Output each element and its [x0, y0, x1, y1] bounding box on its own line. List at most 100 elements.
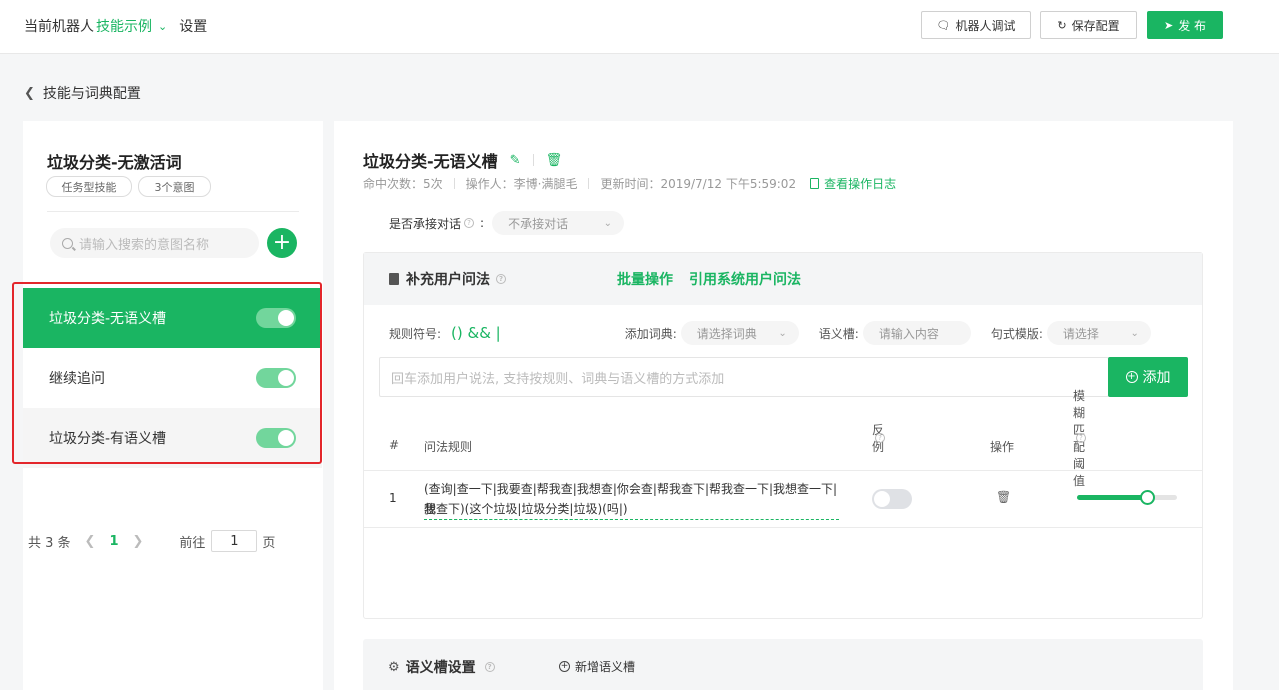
template-label: 句式模版: — [990, 326, 1043, 341]
slot-settings-header: ⚙ 语义槽设置 ? — [388, 657, 495, 677]
slot-input[interactable]: 请输入内容 — [862, 321, 971, 345]
accept-dialog-row: 是否承接对话 ? : 不承接对话 ⌄ — [389, 211, 625, 235]
slider-handle[interactable] — [1140, 490, 1155, 505]
new-slot-label: 新增语义槽 — [575, 660, 636, 674]
breadcrumb: 当前机器人 技能示例 ⌄ 设置 — [24, 16, 207, 36]
publish-button[interactable]: ➤ 发 布 — [1147, 11, 1223, 39]
intent-search-input[interactable]: 请输入搜索的意图名称 — [50, 228, 259, 258]
batch-operation-link[interactable]: 批量操作 — [617, 269, 673, 289]
system-utterance-link[interactable]: 引用系统用户问法 — [689, 269, 801, 289]
accept-dialog-select[interactable]: 不承接对话 ⌄ — [492, 211, 625, 235]
view-log-link[interactable]: 查看操作日志 — [810, 175, 896, 192]
divider — [588, 178, 590, 189]
utterance-card-header: 补充用户问法 ? 批量操作 引用系统用户问法 — [364, 253, 1202, 305]
intent-title: 垃圾分类-无语义槽 — [363, 152, 498, 171]
book-icon — [389, 273, 399, 285]
rule-toolbar: 规则符号: () && | 添加词典: 请选择词典 ⌄ 语义槽: 请输入内容 句… — [389, 321, 1179, 345]
robot-selector[interactable]: 技能示例 ⌄ — [96, 16, 179, 36]
back-link-label: 技能与词典配置 — [42, 86, 141, 102]
page-suffix: 页 — [262, 535, 276, 551]
trash-icon[interactable]: 🗑 — [996, 490, 1011, 504]
utterance-input[interactable]: 回车添加用户说法, 支持按规则、词典与语义槽的方式添加 — [379, 357, 1109, 397]
save-config-label: 保存配置 — [1071, 18, 1120, 33]
robot-selector-value[interactable]: 技能示例 — [96, 16, 152, 36]
goto-page-input[interactable]: 1 — [211, 530, 258, 552]
skill-title: 垃圾分类-无激活词 — [47, 153, 182, 172]
threshold-fill — [1077, 495, 1147, 500]
settings-link[interactable]: 设置 — [179, 16, 207, 36]
intent-count-tag: 3个意图 — [138, 176, 211, 197]
table-row: 1 (查询|查一下|我要查|帮我查|我想查|你会查|帮我查下|帮我查一下|我想查… — [364, 471, 1202, 528]
top-bar: 当前机器人 技能示例 ⌄ 设置 🗨 机器人调试 ↻ 保存配置 ➤ 发 布 — [0, 0, 1279, 54]
utterance-header: 补充用户问法 — [406, 272, 490, 288]
divider — [453, 178, 455, 189]
chevron-down-icon: ⌄ — [1130, 327, 1139, 339]
next-page-icon[interactable]: ❯ — [133, 534, 144, 549]
highlight-box — [12, 282, 322, 464]
updated-time: 更新时间：2019/7/12 下午5:59:02 — [600, 177, 797, 191]
divider — [47, 211, 299, 212]
gear-icon: ⚙ — [388, 659, 400, 675]
intent-detail-panel: 垃圾分类-无语义槽 ✎ 🗑 命中次数：5次 操作人：李博·满腿毛 更新时间：20… — [334, 121, 1233, 690]
search-icon — [62, 237, 73, 249]
chevron-left-icon: ❮ — [24, 85, 35, 101]
trash-icon[interactable]: 🗑 — [546, 153, 563, 168]
robot-debug-label: 机器人调试 — [955, 18, 1016, 33]
new-slot-button[interactable]: + 新增语义槽 — [559, 658, 635, 675]
prev-page-icon[interactable]: ❮ — [85, 534, 96, 549]
accept-dialog-label: 是否承接对话 — [389, 216, 462, 231]
save-config-button[interactable]: ↻ 保存配置 — [1040, 11, 1137, 39]
intent-title-row: 垃圾分类-无语义槽 ✎ 🗑 — [363, 148, 562, 172]
rule-symbols[interactable]: () && | — [451, 324, 501, 342]
template-select[interactable]: 请选择 ⌄ — [1046, 321, 1151, 345]
current-page[interactable]: 1 — [109, 534, 118, 549]
colon: : — [480, 216, 485, 230]
slot-label: 语义槽: — [818, 326, 859, 341]
row-index: 1 — [389, 491, 397, 505]
pagination: 共 3 条 ❮ 1 ❯ 前往 1 页 — [28, 530, 275, 552]
document-icon — [810, 178, 820, 189]
edit-icon[interactable]: ✎ — [510, 153, 521, 168]
rule-text[interactable]: (查询|查一下|我要查|帮我查|我想查|你会查|帮我查下|帮我查一下|我想查一下… — [424, 479, 839, 520]
slot-settings-title: 语义槽设置 — [405, 660, 476, 676]
help-icon[interactable]: ? — [464, 218, 475, 228]
robot-debug-button[interactable]: 🗨 机器人调试 — [921, 11, 1031, 39]
plus-icon: + — [272, 230, 292, 255]
plus-circle-icon: + — [1125, 371, 1138, 383]
column-action: 操作 — [990, 440, 1015, 454]
back-link[interactable]: ❮ 技能与词典配置 — [24, 83, 141, 103]
total-count: 共 3 条 — [28, 535, 71, 551]
operator: 操作人：李博·满腿毛 — [465, 177, 578, 191]
skill-type-tag: 任务型技能 — [46, 176, 132, 197]
slot-placeholder: 请输入内容 — [878, 326, 939, 341]
chevron-down-icon: ⌄ — [158, 19, 168, 33]
dict-placeholder: 请选择词典 — [696, 326, 757, 341]
add-intent-button[interactable]: + — [267, 228, 297, 258]
intent-meta: 命中次数：5次 操作人：李博·满腿毛 更新时间：2019/7/12 下午5:59… — [363, 175, 896, 192]
add-utterance-button[interactable]: + 添加 — [1108, 357, 1188, 397]
publish-label: 发 布 — [1178, 18, 1207, 33]
help-icon[interactable]: ? — [1076, 433, 1086, 443]
chevron-down-icon: ⌄ — [603, 217, 613, 229]
goto-label: 前往 — [179, 535, 206, 551]
column-index: # — [389, 438, 400, 452]
dict-select[interactable]: 请选择词典 ⌄ — [680, 321, 799, 345]
utterance-card: 补充用户问法 ? 批量操作 引用系统用户问法 规则符号: () && | 添加词… — [363, 252, 1203, 619]
add-utterance-label: 添加 — [1142, 370, 1171, 386]
accept-dialog-value: 不承接对话 — [508, 216, 569, 231]
rule-line: 想查下)(这个垃圾|垃圾分类|垃圾)(吗|) — [424, 499, 628, 520]
send-icon: ➤ — [1163, 18, 1174, 32]
help-icon[interactable]: ? — [496, 274, 506, 284]
utterance-input-placeholder: 回车添加用户说法, 支持按规则、词典与语义槽的方式添加 — [391, 371, 725, 387]
template-placeholder: 请选择 — [1062, 326, 1099, 341]
table-header: # 问法规则 反例 ? 操作 模糊匹配阈值 ? — [364, 389, 1202, 488]
divider — [532, 154, 534, 166]
help-icon[interactable]: ? — [875, 433, 885, 443]
help-icon[interactable]: ? — [484, 662, 495, 672]
hit-count: 命中次数：5次 — [363, 177, 443, 191]
threshold-slider[interactable] — [1077, 490, 1177, 505]
counter-example-toggle[interactable] — [872, 489, 912, 509]
chevron-down-icon: ⌄ — [778, 327, 787, 339]
refresh-icon: ↻ — [1057, 18, 1067, 32]
view-log-label: 查看操作日志 — [824, 177, 897, 191]
